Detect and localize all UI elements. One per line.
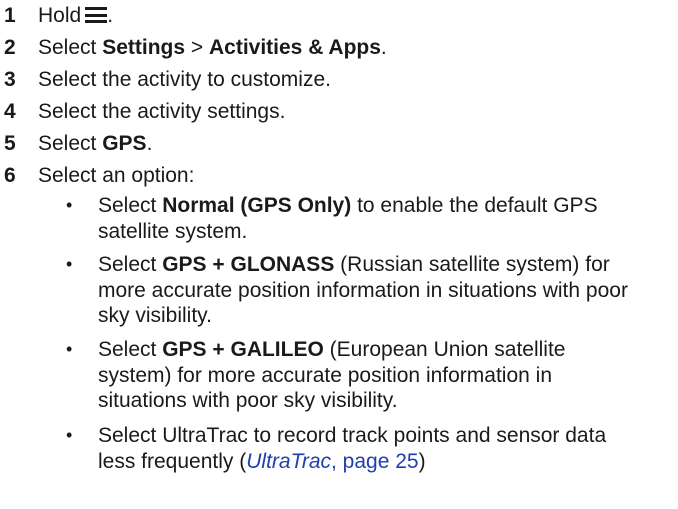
option-text: Select — [98, 253, 163, 276]
option-text: ) — [418, 449, 426, 473]
step-text: Select — [38, 132, 103, 155]
step-number: 6 — [4, 164, 16, 187]
option-text: sky visibility. — [98, 304, 212, 327]
option-text: Select UltraTrac to record track points … — [98, 424, 607, 447]
step-1: 1 Hold. — [0, 3, 113, 28]
option-label: GPS + GLONASS — [162, 253, 335, 276]
menu-icon — [85, 7, 108, 23]
option-text: (Russian satellite system) for — [334, 253, 610, 276]
step-4: 4 Select the activity settings. — [0, 99, 285, 124]
step-number: 4 — [4, 100, 16, 123]
ultratrac-page-link[interactable]: UltraTrac, page 25 — [246, 450, 418, 473]
step-3: 3 Select the activity to customize. — [0, 67, 331, 92]
step-6: 6 Select an option: — [0, 163, 194, 188]
bullet-marker: • — [66, 339, 73, 359]
step-text: Select — [38, 36, 103, 59]
bullet-marker: • — [66, 425, 73, 445]
option-text: less frequently ( — [98, 449, 247, 473]
option-label: Normal (GPS Only) — [162, 194, 352, 217]
settings-menu-label: Settings — [102, 36, 186, 59]
option-label: GPS + GALILEO — [162, 338, 324, 361]
bullet-marker: • — [66, 254, 73, 274]
step-number: 1 — [4, 4, 16, 27]
step-period: . — [107, 4, 114, 27]
option-text: Select — [98, 194, 163, 217]
separator: > — [185, 36, 209, 59]
step-number: 5 — [4, 132, 16, 155]
option-text: satellite system. — [98, 219, 248, 243]
gps-menu-label: GPS — [102, 132, 147, 155]
link-title: UltraTrac — [246, 449, 332, 473]
step-text: Hold — [38, 4, 82, 27]
instruction-list: 1 Hold. 2 Select Settings > Activities & A… — [0, 0, 678, 509]
option-text: more accurate position information in si… — [98, 278, 628, 302]
step-number: 2 — [4, 36, 16, 59]
step-text: Select the activity settings. — [38, 100, 286, 123]
option-text: situations with poor sky visibility. — [98, 389, 398, 412]
step-5: 5 Select GPS. — [0, 131, 152, 156]
step-text: Select the activity to customize. — [38, 68, 331, 91]
step-period: . — [380, 36, 387, 59]
activities-apps-label: Activities & Apps — [208, 36, 381, 59]
step-number: 3 — [4, 68, 16, 91]
option-text: Select — [98, 338, 163, 361]
option-text: system) for more accurate position infor… — [98, 363, 553, 387]
bullet-marker: • — [66, 195, 73, 215]
step-period: . — [146, 132, 153, 155]
step-text: Select an option: — [38, 164, 195, 187]
step-2: 2 Select Settings > Activities & Apps. — [0, 35, 387, 60]
option-text: to enable the default GPS — [351, 194, 598, 217]
option-text: (European Union satellite — [323, 338, 566, 361]
link-page-ref: , page 25 — [331, 449, 419, 473]
